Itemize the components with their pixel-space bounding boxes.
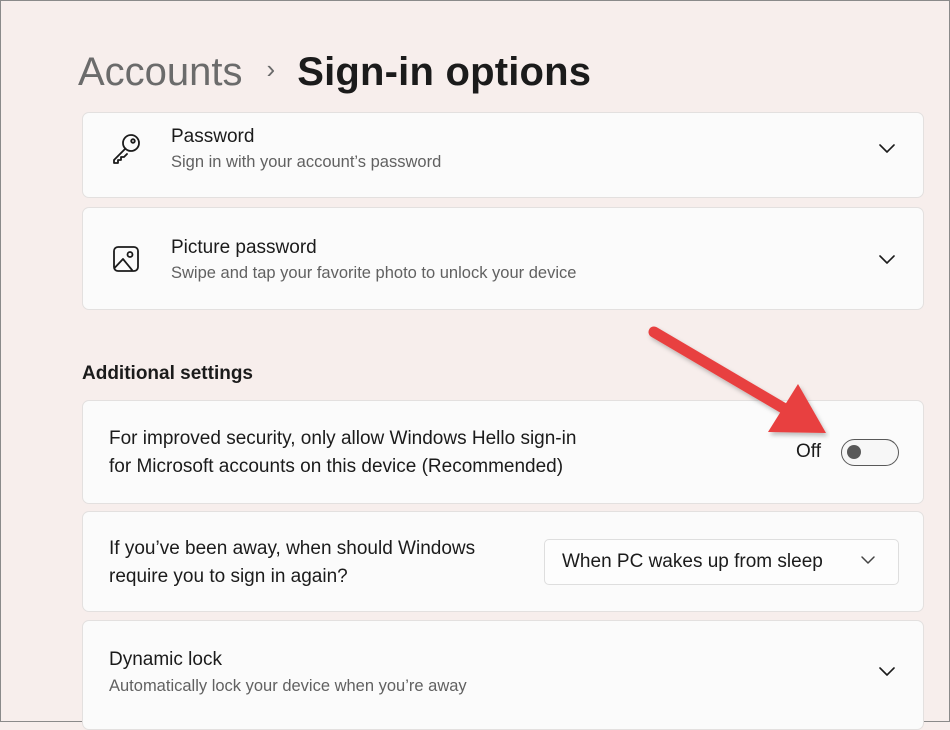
page-title: Sign-in options <box>297 50 592 94</box>
require-sign-in-setting: If you’ve been away, when should Windows… <box>82 511 924 612</box>
picture-password-option[interactable]: Picture password Swipe and tap your favo… <box>82 207 924 310</box>
window-frame <box>0 0 950 722</box>
section-heading-additional-settings: Additional settings <box>82 363 253 384</box>
dynamic-lock-description: Automatically lock your device when you’… <box>109 677 467 695</box>
windows-hello-only-setting: For improved security, only allow Window… <box>82 400 924 504</box>
require-sign-in-dropdown[interactable]: When PC wakes up from sleep <box>544 539 899 585</box>
windows-hello-only-line2: for Microsoft accounts on this device (R… <box>109 456 564 477</box>
windows-hello-only-line1: For improved security, only allow Window… <box>109 428 577 449</box>
breadcrumb-separator: › <box>266 54 276 84</box>
dynamic-lock-option[interactable]: Dynamic lock Automatically lock your dev… <box>82 620 924 730</box>
chevron-down-icon[interactable] <box>877 661 897 681</box>
require-sign-in-line2: require you to sign in again? <box>109 566 348 587</box>
toggle-knob <box>847 445 861 459</box>
key-icon <box>109 131 143 165</box>
password-description: Sign in with your account’s password <box>171 153 442 171</box>
chevron-down-icon[interactable] <box>877 138 897 158</box>
breadcrumb: Accounts › Sign-in options <box>78 46 591 98</box>
password-option[interactable]: Password Sign in with your account’s pas… <box>82 112 924 198</box>
picture-icon <box>109 242 143 276</box>
picture-password-title: Picture password <box>171 237 317 258</box>
chevron-down-icon[interactable] <box>877 249 897 269</box>
password-title: Password <box>171 126 255 147</box>
toggle-state-label: Off <box>796 441 821 462</box>
dynamic-lock-title: Dynamic lock <box>109 649 222 670</box>
dropdown-selected-value: When PC wakes up from sleep <box>562 551 823 572</box>
picture-password-description: Swipe and tap your favorite photo to unl… <box>171 264 577 282</box>
require-sign-in-text: If you’ve been away, when should Windows… <box>109 535 475 591</box>
breadcrumb-accounts-link[interactable]: Accounts <box>78 46 243 98</box>
windows-hello-only-text: For improved security, only allow Window… <box>109 425 576 481</box>
windows-hello-only-toggle[interactable] <box>841 439 899 466</box>
require-sign-in-line1: If you’ve been away, when should Windows <box>109 538 476 559</box>
chevron-down-icon <box>860 553 878 571</box>
